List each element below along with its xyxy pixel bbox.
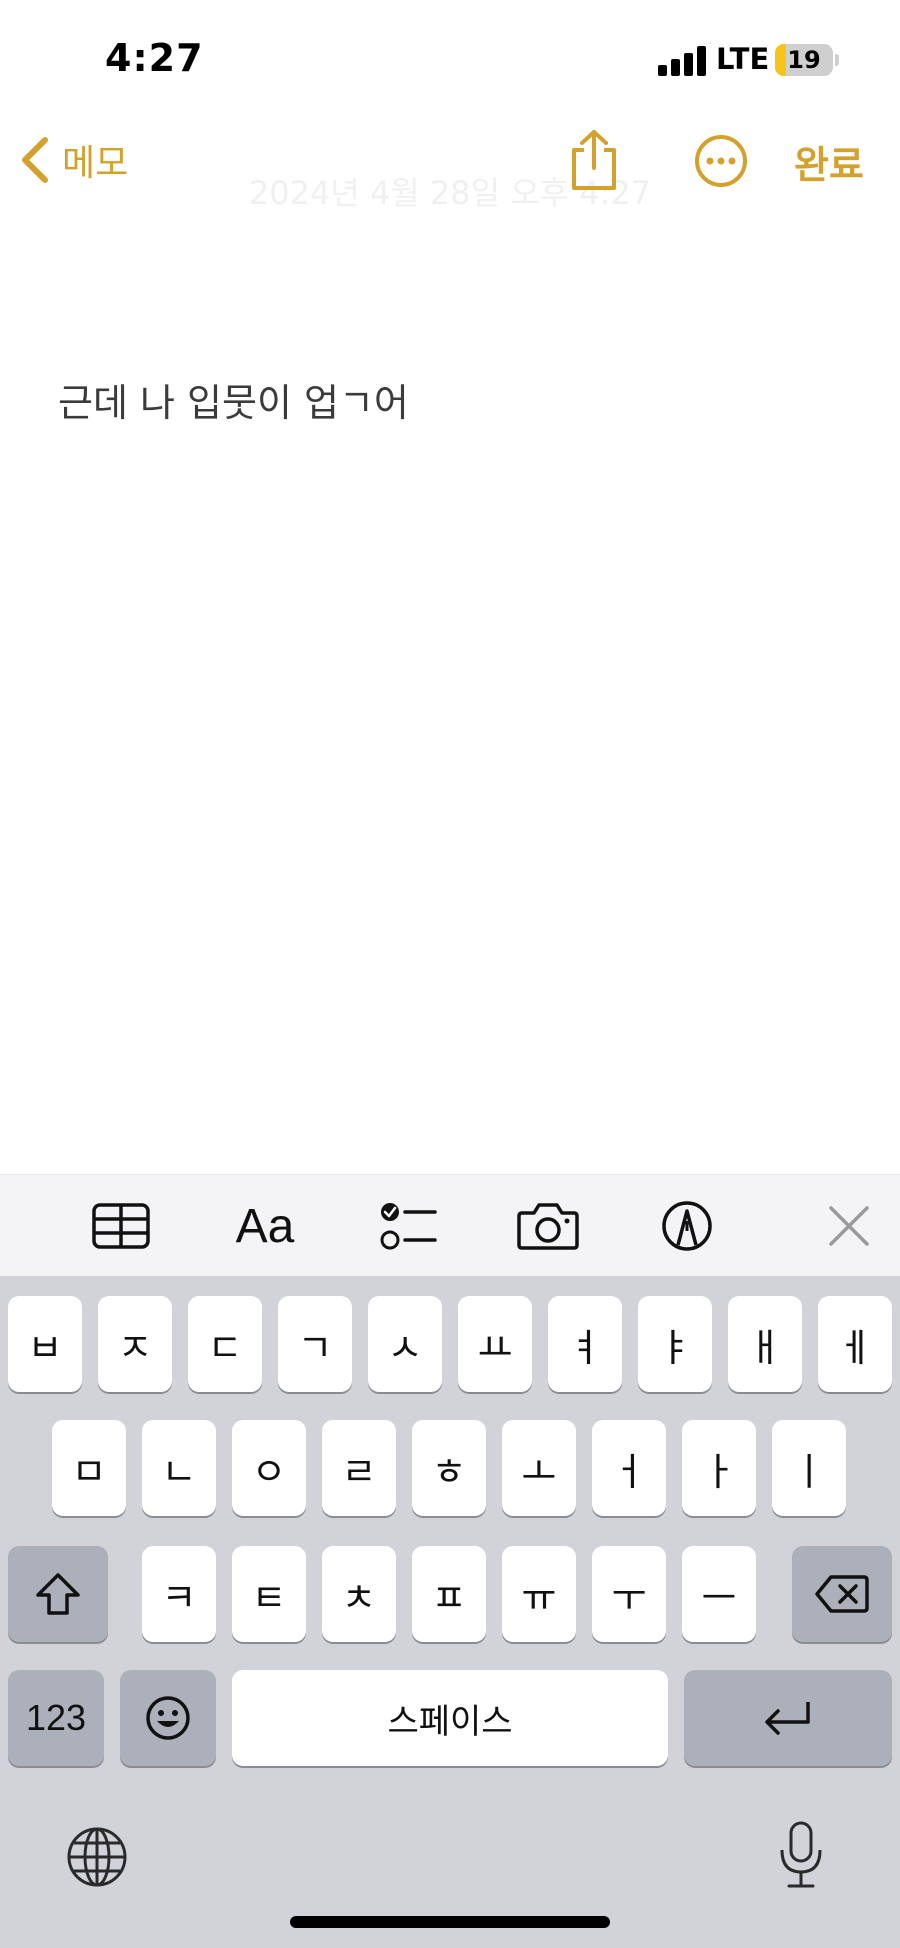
checklist-button[interactable] — [378, 1197, 438, 1255]
key[interactable]: ㅓ — [592, 1420, 666, 1516]
key-label: ㅗ — [521, 1449, 557, 1494]
emoji-icon — [146, 1696, 190, 1740]
network-type: LTE — [716, 42, 770, 76]
key-label: ㄹ — [341, 1449, 377, 1494]
share-icon[interactable] — [568, 128, 620, 192]
done-button[interactable]: 완료 — [794, 134, 864, 189]
battery-cap — [835, 54, 839, 66]
checklist-icon — [380, 1203, 437, 1250]
key[interactable]: ㄹ — [322, 1420, 396, 1516]
close-icon — [829, 1206, 869, 1246]
key[interactable]: ㅛ — [458, 1296, 532, 1392]
key-label: ㅌ — [251, 1575, 287, 1620]
key[interactable]: ㅁ — [52, 1420, 126, 1516]
key[interactable]: ㅋ — [142, 1546, 216, 1642]
key[interactable]: ㄱ — [278, 1296, 352, 1392]
key-label: ㅣ — [791, 1449, 827, 1494]
key-label: ㄷ — [207, 1325, 243, 1370]
camera-button[interactable] — [516, 1197, 580, 1255]
back-label: 메모 — [62, 143, 129, 184]
battery-icon: 19 — [775, 44, 833, 76]
key[interactable]: ㅐ — [728, 1296, 802, 1392]
key-label: ㄱ — [297, 1325, 333, 1370]
key[interactable]: ㅔ — [818, 1296, 892, 1392]
camera-icon — [517, 1203, 579, 1250]
status-bar: 4:27 LTE 19 — [0, 0, 900, 120]
back-button[interactable]: 메모 — [18, 130, 128, 190]
delete-icon — [815, 1575, 869, 1613]
key-label: ㅊ — [341, 1575, 377, 1620]
numbers-key[interactable]: 123 — [8, 1670, 104, 1766]
keyboard: ㅂ ㅈ ㄷ ㄱ ㅅ ㅛ ㅕ ㅑ ㅐ ㅔ ㅁ ㄴ ㅇ ㄹ ㅎ ㅗ ㅓ ㅏ ㅣ ㅋ ㅌ ㅊ ㅍ ㅠ ㅜ ㅡ 123 스페이스 — [0, 1276, 900, 1948]
battery-level: 19 — [787, 46, 821, 74]
emoji-key[interactable] — [120, 1670, 216, 1766]
microphone-icon[interactable] — [776, 1820, 826, 1890]
return-key[interactable] — [684, 1670, 892, 1766]
key-label: ㅜ — [611, 1575, 647, 1620]
key-label: ㅔ — [837, 1325, 873, 1370]
key[interactable]: ㅅ — [368, 1296, 442, 1392]
key[interactable]: ㄷ — [188, 1296, 262, 1392]
key[interactable]: ㅌ — [232, 1546, 306, 1642]
format-toolbar: Aa — [0, 1174, 900, 1276]
key-label: ㅐ — [747, 1325, 783, 1370]
key-label: ㅑ — [657, 1325, 693, 1370]
key-label: ㅋ — [161, 1575, 197, 1620]
screen: 4:27 LTE 19 2024년 4월 28일 오후 4:27 메모 완료 근… — [0, 0, 900, 1948]
nav-bar: 메모 — [0, 120, 900, 220]
key[interactable]: ㅑ — [638, 1296, 712, 1392]
signal-icon — [658, 46, 706, 76]
key-label: ㅛ — [477, 1325, 513, 1370]
globe-icon[interactable] — [66, 1826, 128, 1888]
key[interactable]: ㅣ — [772, 1420, 846, 1516]
markup-pen-icon — [662, 1201, 712, 1251]
key-label: ㅕ — [567, 1325, 603, 1370]
key[interactable]: ㅂ — [8, 1296, 82, 1392]
key-label: ㅓ — [611, 1449, 647, 1494]
table-icon — [92, 1203, 150, 1249]
key[interactable]: ㅈ — [98, 1296, 172, 1392]
key[interactable]: ㅊ — [322, 1546, 396, 1642]
key[interactable]: ㅍ — [412, 1546, 486, 1642]
key[interactable]: ㅠ — [502, 1546, 576, 1642]
key-label: ㅁ — [71, 1449, 107, 1494]
note-body-text[interactable]: 근데 나 입뭇이 업ㄱ어 — [58, 372, 409, 427]
home-indicator — [290, 1916, 610, 1928]
shift-icon — [36, 1573, 80, 1615]
space-key[interactable]: 스페이스 — [232, 1670, 668, 1766]
key-label: ㅂ — [27, 1325, 63, 1370]
key[interactable]: ㅜ — [592, 1546, 666, 1642]
key-label: ㅈ — [117, 1325, 153, 1370]
key-label: ㅡ — [701, 1575, 737, 1620]
key-label: ㄴ — [161, 1449, 197, 1494]
markup-button[interactable] — [660, 1197, 714, 1255]
key[interactable]: ㅎ — [412, 1420, 486, 1516]
text-format-button[interactable]: Aa — [230, 1197, 300, 1255]
key[interactable]: ㅏ — [682, 1420, 756, 1516]
return-icon — [765, 1702, 810, 1735]
chevron-left-icon — [22, 137, 48, 183]
shift-key[interactable] — [8, 1546, 108, 1642]
key-label: ㅇ — [251, 1449, 287, 1494]
key[interactable]: ㅕ — [548, 1296, 622, 1392]
key-label: ㅅ — [387, 1325, 423, 1370]
delete-key[interactable] — [792, 1546, 892, 1642]
close-toolbar-button[interactable] — [826, 1197, 872, 1255]
key[interactable]: ㅇ — [232, 1420, 306, 1516]
key[interactable]: ㅡ — [682, 1546, 756, 1642]
key[interactable]: ㅗ — [502, 1420, 576, 1516]
key-label: ㅏ — [701, 1449, 737, 1494]
status-time: 4:27 — [105, 36, 204, 80]
key[interactable]: ㄴ — [142, 1420, 216, 1516]
ellipsis-circle-icon[interactable] — [694, 134, 748, 188]
key-label: ㅠ — [521, 1575, 557, 1620]
table-button[interactable] — [90, 1197, 152, 1255]
key-label: ㅍ — [431, 1575, 467, 1620]
key-label: ㅎ — [431, 1449, 467, 1494]
